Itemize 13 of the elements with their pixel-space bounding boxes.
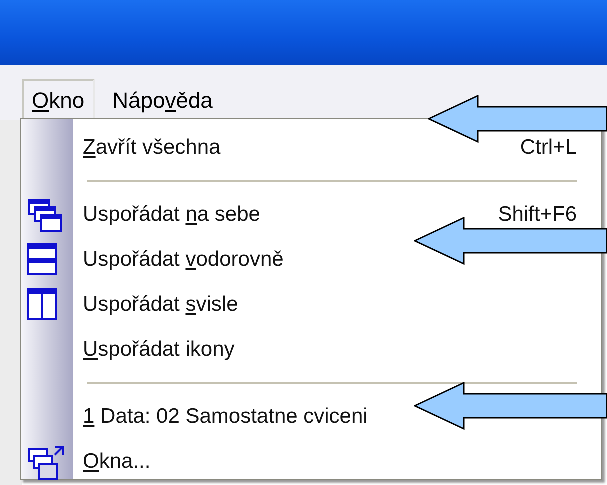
tile-horizontal-icon bbox=[27, 243, 57, 276]
menu-item[interactable]: Okna... bbox=[83, 446, 151, 478]
tile-vertical-icon bbox=[27, 288, 57, 320]
cascade-windows-icon bbox=[27, 198, 63, 234]
menu-item[interactable]: Uspořádat vodorovně bbox=[83, 244, 284, 276]
shortcut-label: Shift+F6 bbox=[498, 202, 577, 228]
menu-item[interactable]: Uspořádat na sebe bbox=[83, 198, 260, 230]
menu-item[interactable]: 1 Data: 02 Samostatne cviceni bbox=[83, 400, 368, 432]
menu-item[interactable]: Uspořádat ikony bbox=[83, 334, 235, 366]
menu-item[interactable]: Uspořádat svisle bbox=[83, 288, 238, 320]
shortcut-label: Ctrl+L bbox=[520, 134, 577, 161]
menu-bar-item[interactable]: Nápověda bbox=[102, 79, 223, 120]
menu-item[interactable]: Zavřít všechna bbox=[83, 132, 221, 164]
